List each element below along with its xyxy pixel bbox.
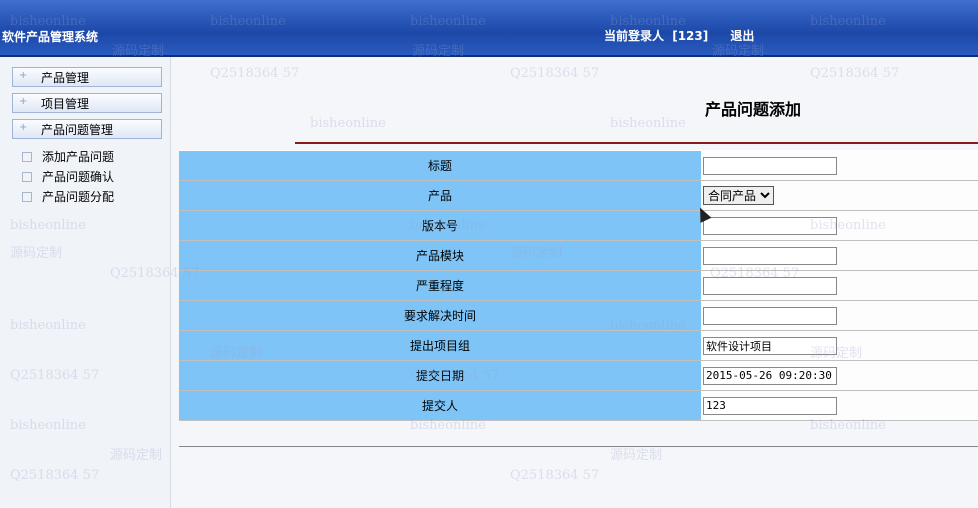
app-title: 软件产品管理系统 xyxy=(2,30,99,44)
form-row: 提交人 xyxy=(179,390,978,421)
login-user: [123] xyxy=(672,29,709,43)
watermark-text: Q2518364 57 xyxy=(210,66,300,81)
severity-label: 严重程度 xyxy=(179,270,701,301)
watermark-text: Q2518364 57 xyxy=(510,468,600,483)
logout-link[interactable]: 退出 xyxy=(730,29,754,43)
expand-icon: + xyxy=(19,122,28,133)
version-input[interactable] xyxy=(703,216,837,235)
menu-group-project[interactable]: + 项目管理 xyxy=(12,93,162,113)
form-row: 严重程度 xyxy=(179,270,978,301)
submit-date-input[interactable] xyxy=(703,366,837,385)
submit-date-label: 提交日期 xyxy=(179,360,701,391)
title-input[interactable] xyxy=(703,156,837,175)
product-select[interactable]: 合同产品 xyxy=(703,186,774,205)
form-row: 标题 xyxy=(179,150,978,181)
sidebar-item-label: 产品问题确认 xyxy=(42,170,115,184)
tree-node-icon xyxy=(22,191,32,202)
submitter-input[interactable] xyxy=(703,396,837,415)
form-row: 产品模块 xyxy=(179,240,978,271)
issue-form: 标题 产品 合同产品 版本号 产品模块 严重程度 要求解决时间 提出项目组 提交… xyxy=(179,150,978,421)
form-row: 要求解决时间 xyxy=(179,300,978,331)
product-label: 产品 xyxy=(179,180,701,211)
sidebar-item-confirm-issue[interactable]: 产品问题确认 xyxy=(22,168,114,185)
watermark-text: bisheonline xyxy=(610,116,686,131)
sidebar: + 产品管理 + 项目管理 + 产品问题管理 添加产品问题 产品问题确认 产品问… xyxy=(0,57,171,508)
expand-icon: + xyxy=(19,70,28,81)
watermark-text: Q2518364 57 xyxy=(810,66,900,81)
menu-group-label: 项目管理 xyxy=(41,97,90,111)
due-time-label: 要求解决时间 xyxy=(179,300,701,331)
form-bottom-divider xyxy=(179,446,978,447)
title-label: 标题 xyxy=(179,150,701,181)
top-header: 软件产品管理系统 当前登录人 [123] 退出 xyxy=(0,0,978,57)
watermark-text: Q2518364 57 xyxy=(510,66,600,81)
tree-node-icon xyxy=(22,151,32,162)
page-title: 产品问题添加 xyxy=(705,100,802,119)
sidebar-item-label: 产品问题分配 xyxy=(42,190,115,204)
menu-group-product[interactable]: + 产品管理 xyxy=(12,67,162,87)
expand-icon: + xyxy=(19,96,28,107)
form-row: 提交日期 xyxy=(179,360,978,391)
menu-group-label: 产品管理 xyxy=(41,71,90,85)
form-row: 产品 合同产品 xyxy=(179,180,978,211)
due-time-input[interactable] xyxy=(703,306,837,325)
menu-group-product-issue[interactable]: + 产品问题管理 xyxy=(12,119,162,139)
login-label: 当前登录人 xyxy=(604,29,665,43)
form-row: 版本号 xyxy=(179,210,978,241)
project-group-input[interactable] xyxy=(703,336,837,355)
login-info: 当前登录人 [123] 退出 xyxy=(604,27,758,44)
tree-node-icon xyxy=(22,171,32,182)
sidebar-item-assign-issue[interactable]: 产品问题分配 xyxy=(22,188,114,205)
form-row: 提出项目组 xyxy=(179,330,978,361)
sidebar-item-add-issue[interactable]: 添加产品问题 xyxy=(22,148,114,165)
project-group-label: 提出项目组 xyxy=(179,330,701,361)
submitter-label: 提交人 xyxy=(179,390,701,421)
sidebar-item-label: 添加产品问题 xyxy=(42,150,115,164)
menu-group-label: 产品问题管理 xyxy=(41,123,114,137)
severity-input[interactable] xyxy=(703,276,837,295)
watermark-text: bisheonline xyxy=(310,116,386,131)
title-divider xyxy=(295,142,978,144)
version-label: 版本号 xyxy=(179,210,701,241)
module-label: 产品模块 xyxy=(179,240,701,271)
module-input[interactable] xyxy=(703,246,837,265)
